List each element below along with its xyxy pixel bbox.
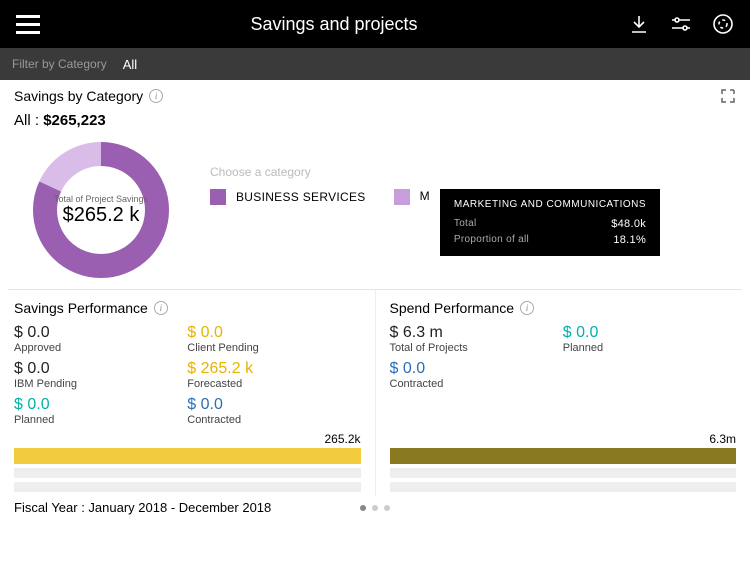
fiscal-year-label: Fiscal Year : January 2018 - December 20… <box>14 500 271 515</box>
bar-primary <box>390 448 737 464</box>
menu-icon[interactable] <box>16 15 40 34</box>
footer: Fiscal Year : January 2018 - December 20… <box>0 496 750 519</box>
bar-total-label: 265.2k <box>14 432 361 446</box>
help-icon[interactable] <box>712 13 734 35</box>
info-icon[interactable]: i <box>149 89 163 103</box>
swatch-icon <box>210 189 226 205</box>
panel-title: Savings Performance <box>14 300 148 316</box>
tooltip: MARKETING AND COMMUNICATIONS Total$48.0k… <box>440 189 660 256</box>
topbar: Savings and projects <box>0 0 750 48</box>
bar-total-label: 6.3m <box>390 432 737 446</box>
legend-item-marketing[interactable]: M MARKETING AND COMMUNICATIONS Total$48.… <box>394 189 660 256</box>
panel-summary: All : $265,223 <box>14 112 736 129</box>
filter-value: All <box>123 57 137 72</box>
bar-placeholder <box>14 482 361 492</box>
metric: $ 0.0IBM Pending <box>14 360 187 390</box>
donut-chart[interactable]: Total of Project Savings $265.2 k <box>26 135 176 285</box>
page-title: Savings and projects <box>40 14 628 35</box>
bar-placeholder <box>390 482 737 492</box>
filter-bar[interactable]: Filter by Category All <box>0 48 750 80</box>
metric: $ 0.0Planned <box>563 324 736 354</box>
info-icon[interactable]: i <box>520 301 534 315</box>
savings-performance-panel: Savings Performance i $ 0.0Approved$ 0.0… <box>0 290 376 496</box>
savings-category-panel: Savings by Category i All : $265,223 Tot… <box>0 80 750 289</box>
metric: $ 265.2 kForecasted <box>187 360 360 390</box>
spend-performance-panel: Spend Performance i $ 6.3 mTotal of Proj… <box>376 290 750 496</box>
page-dots[interactable] <box>360 505 390 511</box>
swatch-icon <box>394 189 410 205</box>
metric: $ 0.0Approved <box>14 324 187 354</box>
info-icon[interactable]: i <box>154 301 168 315</box>
legend-item-business[interactable]: BUSINESS SERVICES <box>210 189 366 205</box>
panel-title: Savings by Category <box>14 88 143 104</box>
panel-title: Spend Performance <box>390 300 515 316</box>
bar-placeholder <box>14 468 361 478</box>
metric: $ 6.3 mTotal of Projects <box>390 324 563 354</box>
donut-center-value: $265.2 k <box>63 204 140 227</box>
metric: $ 0.0Contracted <box>390 360 563 390</box>
filter-label: Filter by Category <box>12 57 107 71</box>
donut-center-label: Total of Project Savings <box>54 194 148 204</box>
metric: $ 0.0Planned <box>14 396 187 426</box>
expand-icon[interactable] <box>720 88 736 104</box>
metric: $ 0.0Contracted <box>187 396 360 426</box>
filter-icon[interactable] <box>670 13 692 35</box>
bar-placeholder <box>390 468 737 478</box>
bar-primary <box>14 448 361 464</box>
metric: $ 0.0Client Pending <box>187 324 360 354</box>
legend-hint: Choose a category <box>210 165 660 179</box>
download-icon[interactable] <box>628 13 650 35</box>
